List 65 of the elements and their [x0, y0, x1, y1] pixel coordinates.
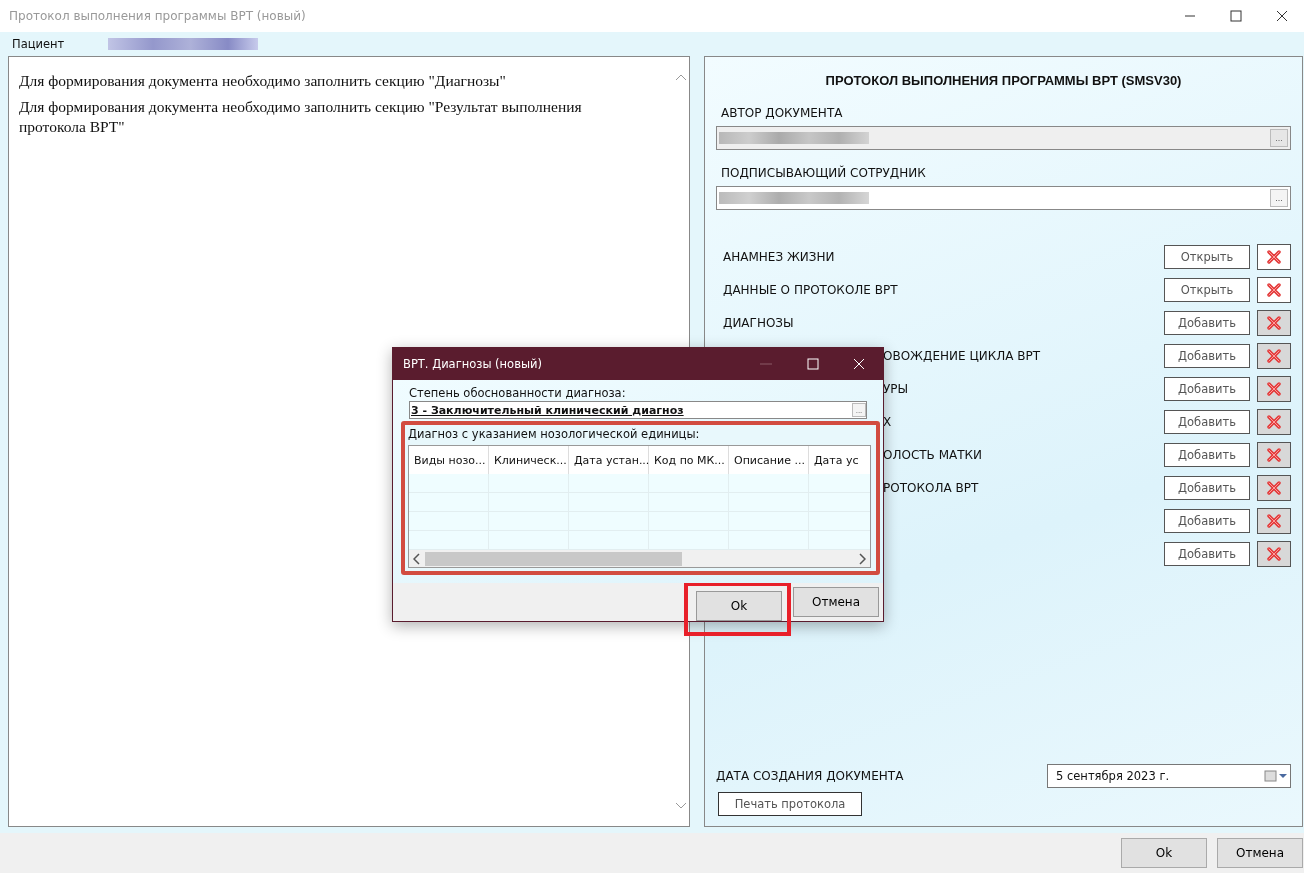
validation-message: Для формирования документа необходимо заполнить секцию "Диагнозы": [19, 71, 507, 91]
section-label: АНАМНЕЗ ЖИЗНИ: [723, 250, 835, 264]
print-button[interactable]: Печать протокола: [718, 792, 862, 816]
dialog-button[interactable]: Ok: [1121, 838, 1207, 868]
validation-message: Для формирования документа необходимо заполнить секцию "Результат выполнения протокола ВРТ": [19, 97, 583, 137]
patient-label: Пациент: [12, 37, 65, 51]
delete-icon: [1266, 315, 1282, 331]
browse-button[interactable]: ...: [1270, 189, 1288, 207]
dialog-title: ВРТ. Диагнозы (новый): [403, 357, 542, 371]
column-header[interactable]: Дата ус: [809, 446, 870, 474]
delete-icon: [1266, 513, 1282, 529]
section-action-button[interactable]: Добавить: [1164, 377, 1250, 401]
lookup-field[interactable]: 3 - Заключительный клинический диагноз ...: [409, 401, 867, 419]
section-action-button[interactable]: Добавить: [1164, 344, 1250, 368]
column-header[interactable]: Дата устан...: [569, 446, 649, 474]
delete-icon: [1266, 381, 1282, 397]
scroll-up-icon[interactable]: [675, 73, 687, 81]
dialog-button[interactable]: Отмена: [1217, 838, 1303, 868]
section-action-button[interactable]: Открыть: [1164, 278, 1250, 302]
calendar-icon[interactable]: [1264, 770, 1288, 782]
section-label: Х: [883, 415, 892, 429]
field-label: АВТОР ДОКУМЕНТА: [721, 106, 844, 120]
scroll-left-icon[interactable]: [413, 552, 421, 565]
ok-button[interactable]: Ok: [696, 591, 782, 621]
section-label: ОЛОСТЬ МАТКИ: [883, 448, 983, 462]
cancel-button[interactable]: Отмена: [793, 587, 879, 617]
maximize-icon[interactable]: [1230, 10, 1242, 22]
delete-icon: [1266, 249, 1282, 265]
section-action-button[interactable]: Добавить: [1164, 443, 1250, 467]
delete-icon: [1266, 480, 1282, 496]
section-action-button[interactable]: Добавить: [1164, 410, 1250, 434]
column-header[interactable]: Клиническ...: [489, 446, 569, 474]
window-title: Протокол выполнения программы ВРТ (новый): [9, 9, 306, 23]
date-picker[interactable]: 5 сентября 2023 г.: [1047, 764, 1291, 788]
date-label: ДАТА СОЗДАНИЯ ДОКУМЕНТА: [716, 769, 904, 783]
browse-button[interactable]: ...: [852, 403, 866, 417]
section-action-button[interactable]: Открыть: [1164, 245, 1250, 269]
form-title: ПРОТОКОЛ ВЫПОЛНЕНИЯ ПРОГРАММЫ ВРТ (SMSV30): [824, 73, 1183, 88]
field-label: Степень обоснованности диагноза:: [409, 386, 627, 400]
section-label: ОВОЖДЕНИЕ ЦИКЛА ВРТ: [883, 349, 1041, 363]
close-icon[interactable]: [1276, 10, 1288, 22]
scrollbar-thumb[interactable]: [425, 551, 683, 566]
scroll-right-icon[interactable]: [858, 552, 866, 565]
delete-icon: [1266, 414, 1282, 430]
section-action-button[interactable]: Добавить: [1164, 542, 1250, 566]
section-label: ДИАГНОЗЫ: [723, 316, 794, 330]
column-header[interactable]: Описание ...: [729, 446, 809, 474]
grid-label: Диагноз с указанием нозологической единицы:: [408, 426, 701, 443]
section-action-button[interactable]: Добавить: [1164, 476, 1250, 500]
section-action-button[interactable]: Добавить: [1164, 311, 1250, 335]
field-label: ПОДПИСЫВАЮЩИЙ СОТРУДНИК: [721, 166, 927, 180]
delete-button[interactable]: [1257, 277, 1291, 303]
section-label: ДАННЫЕ О ПРОТОКОЛЕ ВРТ: [723, 283, 898, 297]
delete-icon: [1266, 447, 1282, 463]
scroll-down-icon[interactable]: [675, 802, 687, 810]
delete-button[interactable]: [1257, 244, 1291, 270]
section-action-button[interactable]: Добавить: [1164, 509, 1250, 533]
delete-icon: [1266, 282, 1282, 298]
column-header[interactable]: Код по МК...: [649, 446, 729, 474]
delete-icon: [1266, 348, 1282, 364]
section-label: РОТОКОЛА ВРТ: [883, 481, 979, 495]
delete-icon: [1266, 546, 1282, 562]
lookup-field[interactable]: ...: [716, 186, 1291, 210]
column-header[interactable]: Виды нозо...: [409, 446, 489, 474]
section-label: УРЫ: [883, 382, 909, 396]
